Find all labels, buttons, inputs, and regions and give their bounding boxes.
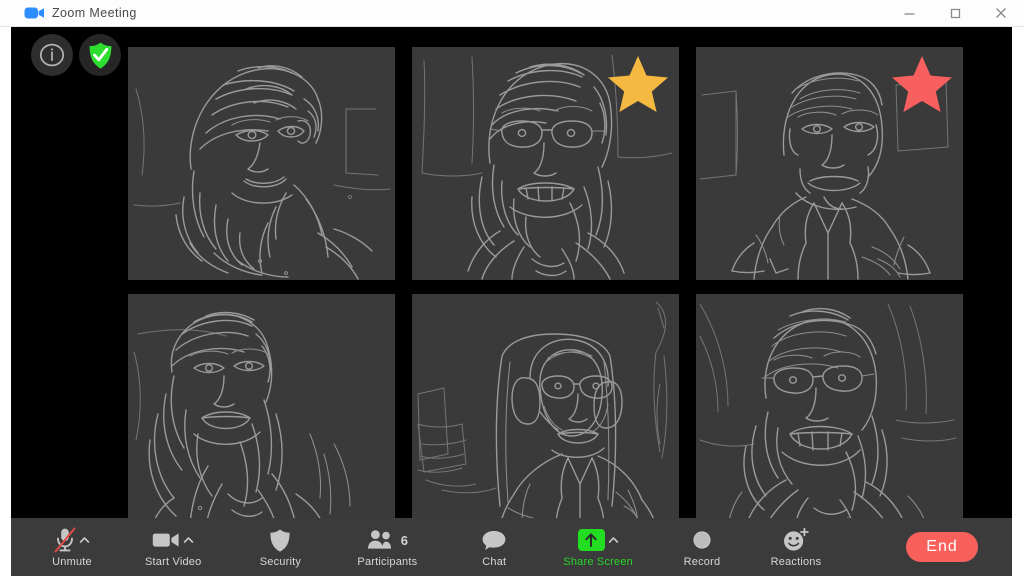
speech-bubble-icon [482,531,506,550]
close-icon[interactable] [978,0,1024,27]
reaction-star-red [891,53,953,113]
unmute-label: Unmute [52,556,92,568]
security-icon-row [269,526,291,554]
window-title: Zoom Meeting [52,6,137,20]
zoom-camera-icon [24,6,45,20]
video-camera-icon [153,533,179,547]
people-icon [367,530,391,549]
status-badges [31,34,121,76]
title-bar-left: Zoom Meeting [0,6,886,20]
record-icon-row [691,526,713,554]
chat-button[interactable]: Chat [467,521,521,573]
participants-button[interactable]: 6 Participants [357,521,417,573]
meeting-stage [11,27,1012,576]
record-button[interactable]: Record [675,521,729,573]
shield-check-icon [89,42,111,69]
meeting-info-button[interactable] [31,34,73,76]
video-gallery-grid [128,47,963,527]
video-tile-1[interactable] [128,47,395,280]
participant-sketch-4 [133,311,351,527]
reactions-icon-row [782,526,810,554]
participants-label: Participants [357,556,418,568]
encryption-status-button[interactable] [79,34,121,76]
record-label: Record [683,556,721,568]
start-video-label: Start Video [145,556,202,568]
start-video-button[interactable]: Start Video [145,521,201,573]
end-meeting-button[interactable]: End [906,532,978,562]
info-icon [39,43,65,67]
maximize-icon[interactable] [932,0,978,27]
window-controls [886,0,1024,27]
video-tile-2[interactable] [412,47,679,280]
meeting-toolbar: Unmute Start Video Security 6 Participan… [11,518,1012,576]
share-screen-button[interactable]: Share Screen [563,521,633,573]
share-screen-icon-row [577,526,619,554]
video-tile-3[interactable] [696,47,963,280]
security-button[interactable]: Security [253,521,307,573]
unmute-button[interactable]: Unmute [45,521,99,573]
start-video-caret-icon [183,536,194,543]
smiley-plus-icon [783,527,809,551]
title-bar: Zoom Meeting [0,0,1024,27]
up-arrow-icon [585,533,597,547]
video-tile-6[interactable] [696,294,963,527]
zoom-meeting-window: Zoom Meeting Unmute Start Video Security… [0,0,1024,576]
start-video-icon-row [152,526,194,554]
record-circle-icon [693,531,711,549]
unmute-caret-icon [79,536,90,543]
unmute-icon-row [54,526,90,554]
reactions-button[interactable]: Reactions [769,521,823,573]
participant-sketch-6 [699,303,957,527]
video-tile-4[interactable] [128,294,395,527]
share-screen-square [577,529,605,551]
chat-label: Chat [482,556,507,568]
security-label: Security [259,556,302,568]
share-screen-label: Share Screen [563,556,633,568]
share-screen-caret-icon [608,536,618,543]
microphone-muted-icon [54,527,76,553]
reaction-star-yellow [607,53,669,113]
participants-count: 6 [400,532,408,548]
chat-icon-row [481,526,507,554]
participants-icon-row: 6 [367,526,408,554]
participant-sketch-5 [417,301,668,527]
minimize-icon[interactable] [886,0,932,27]
participant-sketch-1 [133,65,391,280]
video-tile-5[interactable] [412,294,679,527]
reactions-label: Reactions [770,556,822,568]
shield-icon [270,528,291,552]
